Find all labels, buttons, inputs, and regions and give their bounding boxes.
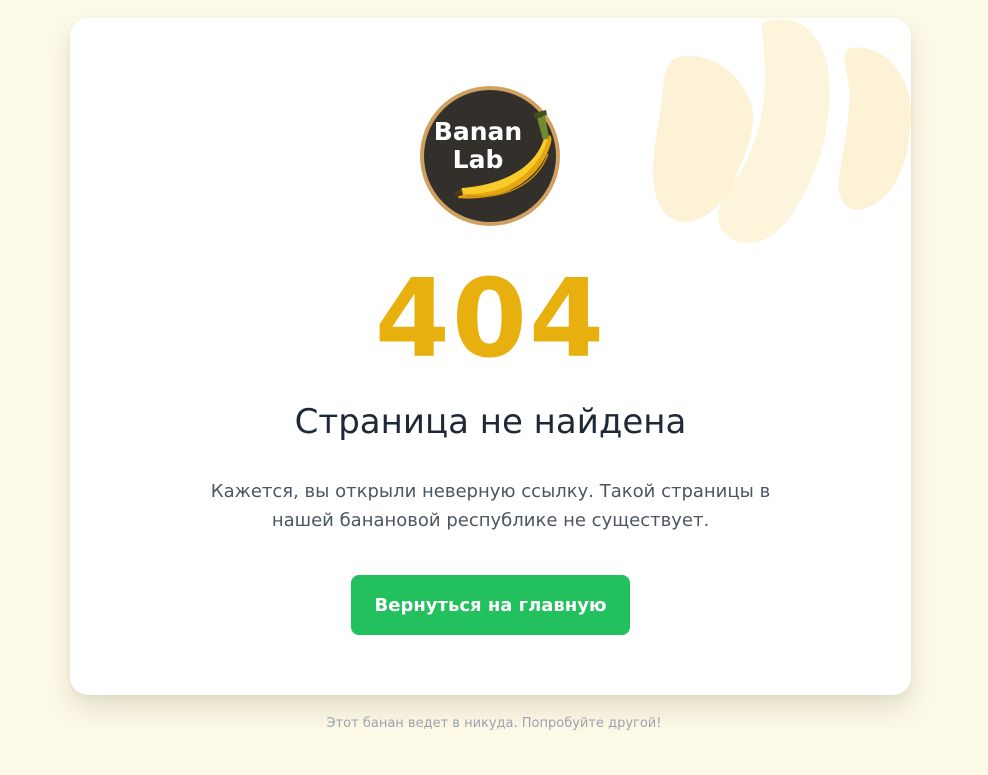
logo-text-lab: Lab: [453, 145, 504, 174]
error-description: Кажется, вы открыли неверную ссылку. Так…: [210, 481, 771, 531]
footer-note: Этот банан ведет в никуда. Попробуйте др…: [326, 716, 662, 731]
error-title: Страница не найдена: [294, 402, 687, 442]
error-code: 404: [374, 257, 607, 382]
error-card: Banan Lab 404 Страница не найдена Кажетс…: [70, 18, 911, 695]
return-home-button[interactable]: Вернуться на главную: [351, 575, 630, 635]
background-banana-icon: [653, 19, 911, 244]
brand-logo[interactable]: Banan Lab: [418, 84, 562, 228]
logo-text-banan: Banan: [434, 117, 522, 146]
